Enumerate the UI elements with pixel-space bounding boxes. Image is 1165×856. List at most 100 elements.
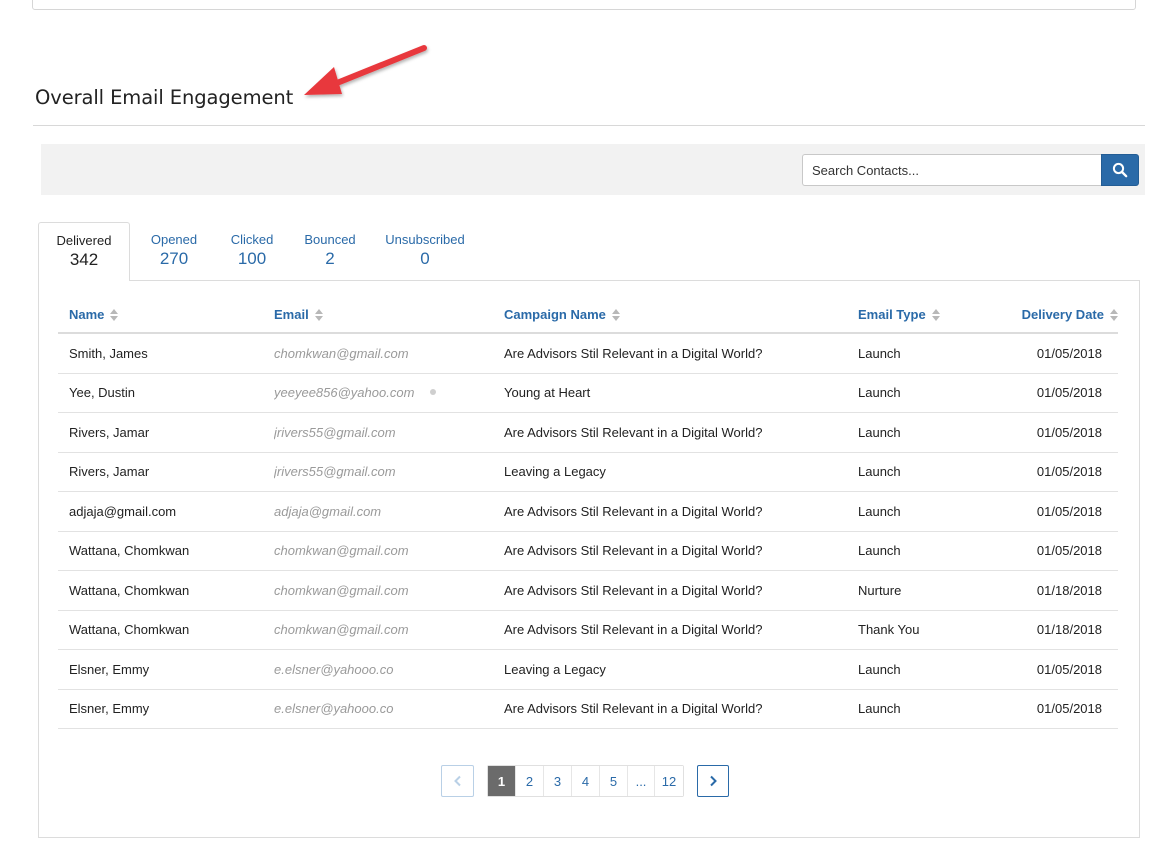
page-button-1[interactable]: 1: [488, 766, 516, 796]
search-bar: [41, 144, 1145, 195]
sort-icon: [314, 308, 323, 321]
column-header-label: Email: [274, 307, 309, 322]
cell-email: chomkwan@gmail.com: [274, 531, 504, 571]
cell-name: Wattana, Chomkwan: [58, 570, 274, 611]
cell-name: Wattana, Chomkwan: [58, 531, 274, 571]
cell-name: Elsner, Emmy: [58, 689, 274, 729]
table-row[interactable]: Yee, Dustin yeeyee856@yahoo.com Young at…: [58, 373, 1118, 413]
cell-email: yeeyee856@yahoo.com: [274, 385, 415, 401]
title-divider: [33, 125, 1145, 126]
cell-name: Elsner, Emmy: [58, 649, 274, 690]
sort-icon: [1110, 308, 1118, 321]
cell-email-type: Launch: [858, 491, 988, 532]
page-button-3[interactable]: 3: [544, 766, 572, 796]
cell-delivery-date: 01/05/2018: [988, 373, 1118, 413]
cell-delivery-date: 01/05/2018: [988, 412, 1118, 453]
table-row[interactable]: Elsner, Emmy e.elsner@yahooo.co Are Advi…: [58, 689, 1118, 729]
cell-name: Smith, James: [58, 333, 274, 374]
tab-label: Opened: [150, 232, 198, 247]
cell-campaign: Young at Heart: [504, 373, 858, 413]
page-button-2[interactable]: 2: [516, 766, 544, 796]
cell-campaign: Are Advisors Stil Relevant in a Digital …: [504, 610, 858, 650]
column-header-email-type[interactable]: Email Type: [858, 297, 988, 334]
table-row[interactable]: Elsner, Emmy e.elsner@yahooo.co Leaving …: [58, 649, 1118, 690]
column-header-label: Name: [69, 307, 105, 322]
pagination: 1 2 3 4 5 ... 12: [487, 765, 684, 797]
pagination-prev-button[interactable]: [441, 765, 474, 797]
cell-campaign: Are Advisors Stil Relevant in a Digital …: [504, 531, 858, 571]
page-button-5[interactable]: 5: [600, 766, 628, 796]
cell-name: adjaja@gmail.com: [58, 491, 274, 532]
cell-email-type: Launch: [858, 531, 988, 571]
sort-icon: [110, 308, 119, 321]
table-row[interactable]: Wattana, Chomkwan chomkwan@gmail.com Are…: [58, 570, 1118, 611]
cell-campaign: Are Advisors Stil Relevant in a Digital …: [504, 412, 858, 453]
chevron-right-icon: [710, 775, 717, 787]
contacts-table: Name Email Campaign Name Email Type Deli…: [58, 297, 1118, 729]
cell-email-container: yeeyee856@yahoo.com: [274, 373, 504, 413]
tab-clicked[interactable]: Clicked 100: [222, 222, 282, 281]
sort-icon: [611, 308, 620, 321]
column-header-email[interactable]: Email: [274, 297, 504, 334]
tab-label: Unsubscribed: [385, 232, 465, 247]
cell-email-type: Nurture: [858, 570, 988, 611]
tab-unsubscribed[interactable]: Unsubscribed 0: [380, 222, 470, 281]
cell-email-type: Thank You: [858, 610, 988, 650]
tab-opened[interactable]: Opened 270: [142, 222, 206, 281]
table-row[interactable]: Rivers, Jamar jrivers55@gmail.com Are Ad…: [58, 412, 1118, 453]
cursor-dot-icon: [430, 388, 437, 395]
cell-email-type: Launch: [858, 412, 988, 453]
tab-count: 270: [159, 249, 189, 268]
cell-delivery-date: 01/05/2018: [988, 452, 1118, 492]
page-ellipsis: ...: [628, 766, 655, 796]
cell-delivery-date: 01/05/2018: [988, 491, 1118, 532]
table-row[interactable]: Wattana, Chomkwan chomkwan@gmail.com Are…: [58, 610, 1118, 650]
arrow-annotation-icon: [304, 45, 427, 95]
cell-name: Rivers, Jamar: [58, 412, 274, 453]
cell-email: chomkwan@gmail.com: [274, 570, 504, 611]
cell-delivery-date: 01/18/2018: [988, 570, 1118, 611]
search-button[interactable]: [1101, 154, 1139, 186]
column-header-name[interactable]: Name: [58, 297, 274, 334]
column-header-label: Campaign Name: [504, 307, 606, 322]
page-button-12[interactable]: 12: [655, 766, 683, 796]
search-icon: [1112, 162, 1128, 178]
cell-email-type: Launch: [858, 689, 988, 729]
table-row[interactable]: adjaja@gmail.com adjaja@gmail.com Are Ad…: [58, 491, 1118, 532]
cell-delivery-date: 01/05/2018: [988, 649, 1118, 690]
tab-count: 2: [325, 249, 335, 268]
cell-email: e.elsner@yahooo.co: [274, 689, 504, 729]
page-button-4[interactable]: 4: [572, 766, 600, 796]
table-header-row: Name Email Campaign Name Email Type Deli…: [58, 297, 1118, 334]
search-input[interactable]: [802, 154, 1102, 186]
sort-icon: [931, 308, 940, 321]
cell-email-type: Launch: [858, 649, 988, 690]
tab-count: 342: [69, 250, 99, 269]
column-header-label: Delivery Date: [1021, 307, 1104, 322]
cell-delivery-date: 01/18/2018: [988, 610, 1118, 650]
column-header-delivery-date[interactable]: Delivery Date: [988, 297, 1118, 334]
table-row[interactable]: Wattana, Chomkwan chomkwan@gmail.com Are…: [58, 531, 1118, 571]
tab-label: Clicked: [230, 232, 274, 247]
section-title: Overall Email Engagement: [35, 86, 294, 109]
cell-campaign: Leaving a Legacy: [504, 649, 858, 690]
column-header-label: Email Type: [858, 307, 926, 322]
cell-email-type: Launch: [858, 333, 988, 374]
cell-campaign: Are Advisors Stil Relevant in a Digital …: [504, 570, 858, 611]
tab-label: Delivered: [56, 233, 112, 248]
pagination-next-button[interactable]: [697, 765, 729, 797]
cell-campaign: Leaving a Legacy: [504, 452, 858, 492]
tab-bounced[interactable]: Bounced 2: [295, 222, 365, 281]
cell-email: jrivers55@gmail.com: [274, 412, 504, 453]
chevron-left-icon: [453, 775, 461, 787]
cell-email-type: Launch: [858, 452, 988, 492]
cell-delivery-date: 01/05/2018: [988, 333, 1118, 374]
table-row[interactable]: Rivers, Jamar jrivers55@gmail.com Leavin…: [58, 452, 1118, 492]
previous-section-box: [32, 0, 1136, 10]
cell-email: chomkwan@gmail.com: [274, 333, 504, 374]
column-header-campaign[interactable]: Campaign Name: [504, 297, 858, 334]
table-row[interactable]: Smith, James chomkwan@gmail.com Are Advi…: [58, 333, 1118, 374]
tab-delivered[interactable]: Delivered 342: [38, 222, 130, 281]
cell-name: Rivers, Jamar: [58, 452, 274, 492]
tab-count: 100: [237, 249, 267, 268]
